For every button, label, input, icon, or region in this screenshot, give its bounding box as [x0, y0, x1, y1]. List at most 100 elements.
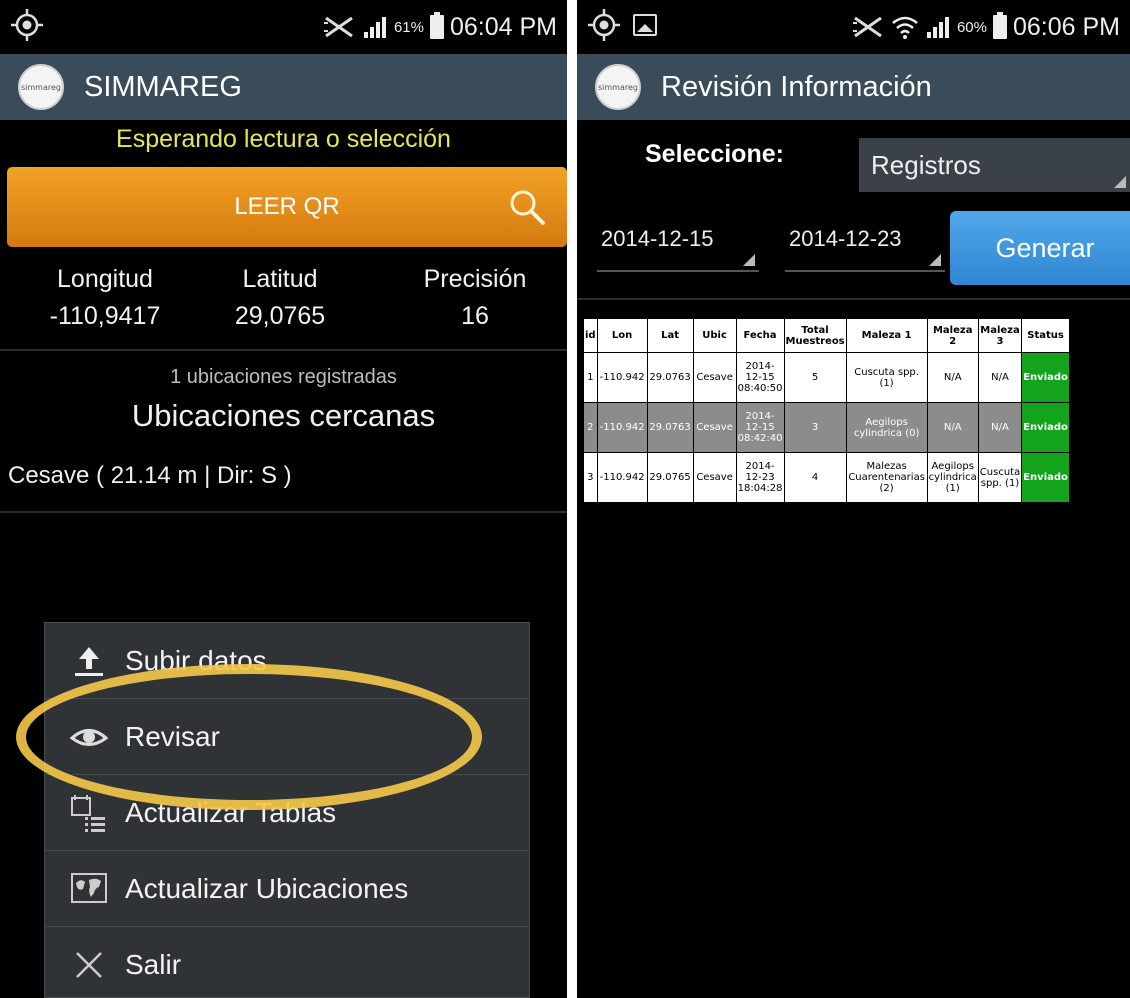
coordinates-panel: Longitud -110,9417 Latitud 29,0765 Preci… [0, 265, 567, 345]
latitude-label: Latitud [242, 265, 318, 293]
menu-item-label: Actualizar Ubicaciones [125, 872, 409, 904]
table-row[interactable]: 1 -110.942 29.0763 Cesave 2014-12-15 08:… [583, 352, 1070, 403]
mute-icon [852, 16, 882, 38]
left-screen: 61% 06:04 PM simmareg SIMMAREG Esperando… [0, 0, 567, 998]
longitude-label: Longitud [57, 265, 153, 293]
clock: 06:04 PM [449, 12, 557, 41]
highlight-annotation [16, 664, 482, 810]
table-cell: -110.942 [596, 352, 648, 403]
table-cell: 1 [583, 352, 598, 403]
precision-block: Precisión 16 [400, 265, 550, 331]
column-header: Total Muestreos [783, 318, 847, 353]
menu-item-exit[interactable]: Salir [45, 927, 529, 998]
table-cell: 29.0763 [646, 402, 694, 453]
table-cell: Cesave [692, 352, 737, 403]
table-cell: Aegilops cylindrica (1) [926, 452, 979, 503]
column-header: Lon [596, 318, 648, 353]
table-cell: N/A [926, 352, 979, 403]
column-header: id [583, 318, 598, 353]
table-row[interactable]: 2 -110.942 29.0763 Cesave 2014-12-15 08:… [583, 402, 1070, 453]
select-label: Seleccione: [645, 140, 784, 168]
action-bar: simmareg SIMMAREG [0, 54, 567, 120]
status-badge: Enviado [1021, 402, 1070, 453]
column-header: Fecha [735, 318, 785, 353]
column-header: Maleza 1 [845, 318, 928, 353]
clock: 06:06 PM [1012, 12, 1120, 41]
table-row[interactable]: 3 -110.942 29.0765 Cesave 2014-12-23 18:… [583, 452, 1070, 503]
battery-icon [992, 12, 1007, 39]
search-icon [510, 190, 545, 225]
page-title: Revisión Información [661, 70, 932, 103]
table-cell: Malezas Cuarentenarias (2) [845, 452, 928, 503]
battery-percent: 60% [956, 18, 987, 36]
longitude-value: -110,9417 [49, 302, 161, 330]
table-cell: 29.0763 [646, 352, 694, 403]
table-cell: 5 [783, 352, 847, 403]
column-header: Maleza 3 [977, 318, 1023, 353]
read-qr-label: LEER QR [234, 193, 340, 220]
table-header-row: id Lon Lat Ubic Fecha Total Muestreos Ma… [583, 318, 1070, 353]
latitude-block: Latitud 29,0765 [210, 265, 350, 331]
table-cell: -110.942 [596, 452, 648, 503]
table-cell: N/A [977, 352, 1023, 403]
table-cell: 2014-12-15 08:42:40 [735, 402, 785, 453]
battery-percent: 61% [393, 18, 424, 36]
divider [577, 298, 1130, 300]
right-screen: 60% 06:06 PM simmareg Revisión Informaci… [577, 0, 1130, 998]
table-cell: Cesave [692, 452, 737, 503]
calendar-list-icon [71, 795, 105, 832]
date-from-field[interactable]: 2014-12-15 [597, 226, 759, 272]
table-cell: N/A [926, 402, 979, 453]
table-cell: 3 [583, 452, 598, 503]
column-header: Maleza 2 [926, 318, 979, 353]
latitude-value: 29,0765 [234, 302, 326, 330]
longitude-block: Longitud -110,9417 [30, 265, 180, 331]
record-type-select[interactable]: Registros [859, 138, 1130, 192]
divider [0, 349, 567, 351]
gps-icon [588, 9, 620, 41]
column-header: Lat [646, 318, 694, 353]
battery-icon [429, 12, 444, 39]
status-bar: 60% 06:06 PM [577, 0, 1130, 54]
menu-item-update-locations[interactable]: Actualizar Ubicaciones [45, 851, 529, 927]
page-title: SIMMAREG [84, 70, 242, 103]
mute-icon [323, 16, 353, 38]
wifi-icon [892, 16, 918, 39]
precision-value: 16 [461, 302, 489, 330]
column-header: Status [1021, 318, 1070, 353]
records-table: id Lon Lat Ubic Fecha Total Muestreos Ma… [583, 318, 1070, 503]
column-header: Ubic [692, 318, 737, 353]
registered-count: 1 ubicaciones registradas [170, 366, 397, 388]
gps-icon [11, 9, 43, 41]
signal-icon [363, 17, 386, 38]
generate-button[interactable]: Generar [950, 211, 1130, 285]
table-cell: N/A [977, 402, 1023, 453]
status-badge: Enviado [1021, 352, 1070, 403]
app-logo[interactable]: simmareg [595, 64, 641, 110]
table-cell: Cuscuta spp. (1) [977, 452, 1023, 503]
table-cell: Aegilops cylindrica (0) [845, 402, 928, 453]
precision-label: Precisión [423, 265, 527, 293]
table-cell: 3 [783, 402, 847, 453]
close-icon [76, 952, 102, 978]
status-badge: Enviado [1021, 452, 1070, 503]
status-bar: 61% 06:04 PM [0, 0, 567, 54]
app-logo[interactable]: simmareg [18, 64, 64, 110]
date-to-field[interactable]: 2014-12-23 [785, 226, 945, 272]
divider [0, 511, 567, 513]
table-cell: -110.942 [596, 402, 648, 453]
table-cell: Cuscuta spp. (1) [845, 352, 928, 403]
waiting-status: Esperando lectura o selección [116, 125, 451, 153]
table-cell: Cesave [692, 402, 737, 453]
table-cell: 2014-12-15 08:40:50 [735, 352, 785, 403]
nearby-title: Ubicaciones cercanas [131, 398, 436, 433]
nearby-location-item[interactable]: Cesave ( 21.14 m | Dir: S ) [8, 462, 292, 490]
read-qr-button[interactable]: LEER QR [7, 167, 567, 247]
table-cell: 4 [783, 452, 847, 503]
table-cell: 2014-12-23 18:04:28 [735, 452, 785, 503]
table-cell: 2 [583, 402, 598, 453]
upload-icon [75, 647, 103, 676]
gallery-icon [633, 14, 657, 36]
table-cell: 29.0765 [646, 452, 694, 503]
map-icon [71, 873, 107, 903]
